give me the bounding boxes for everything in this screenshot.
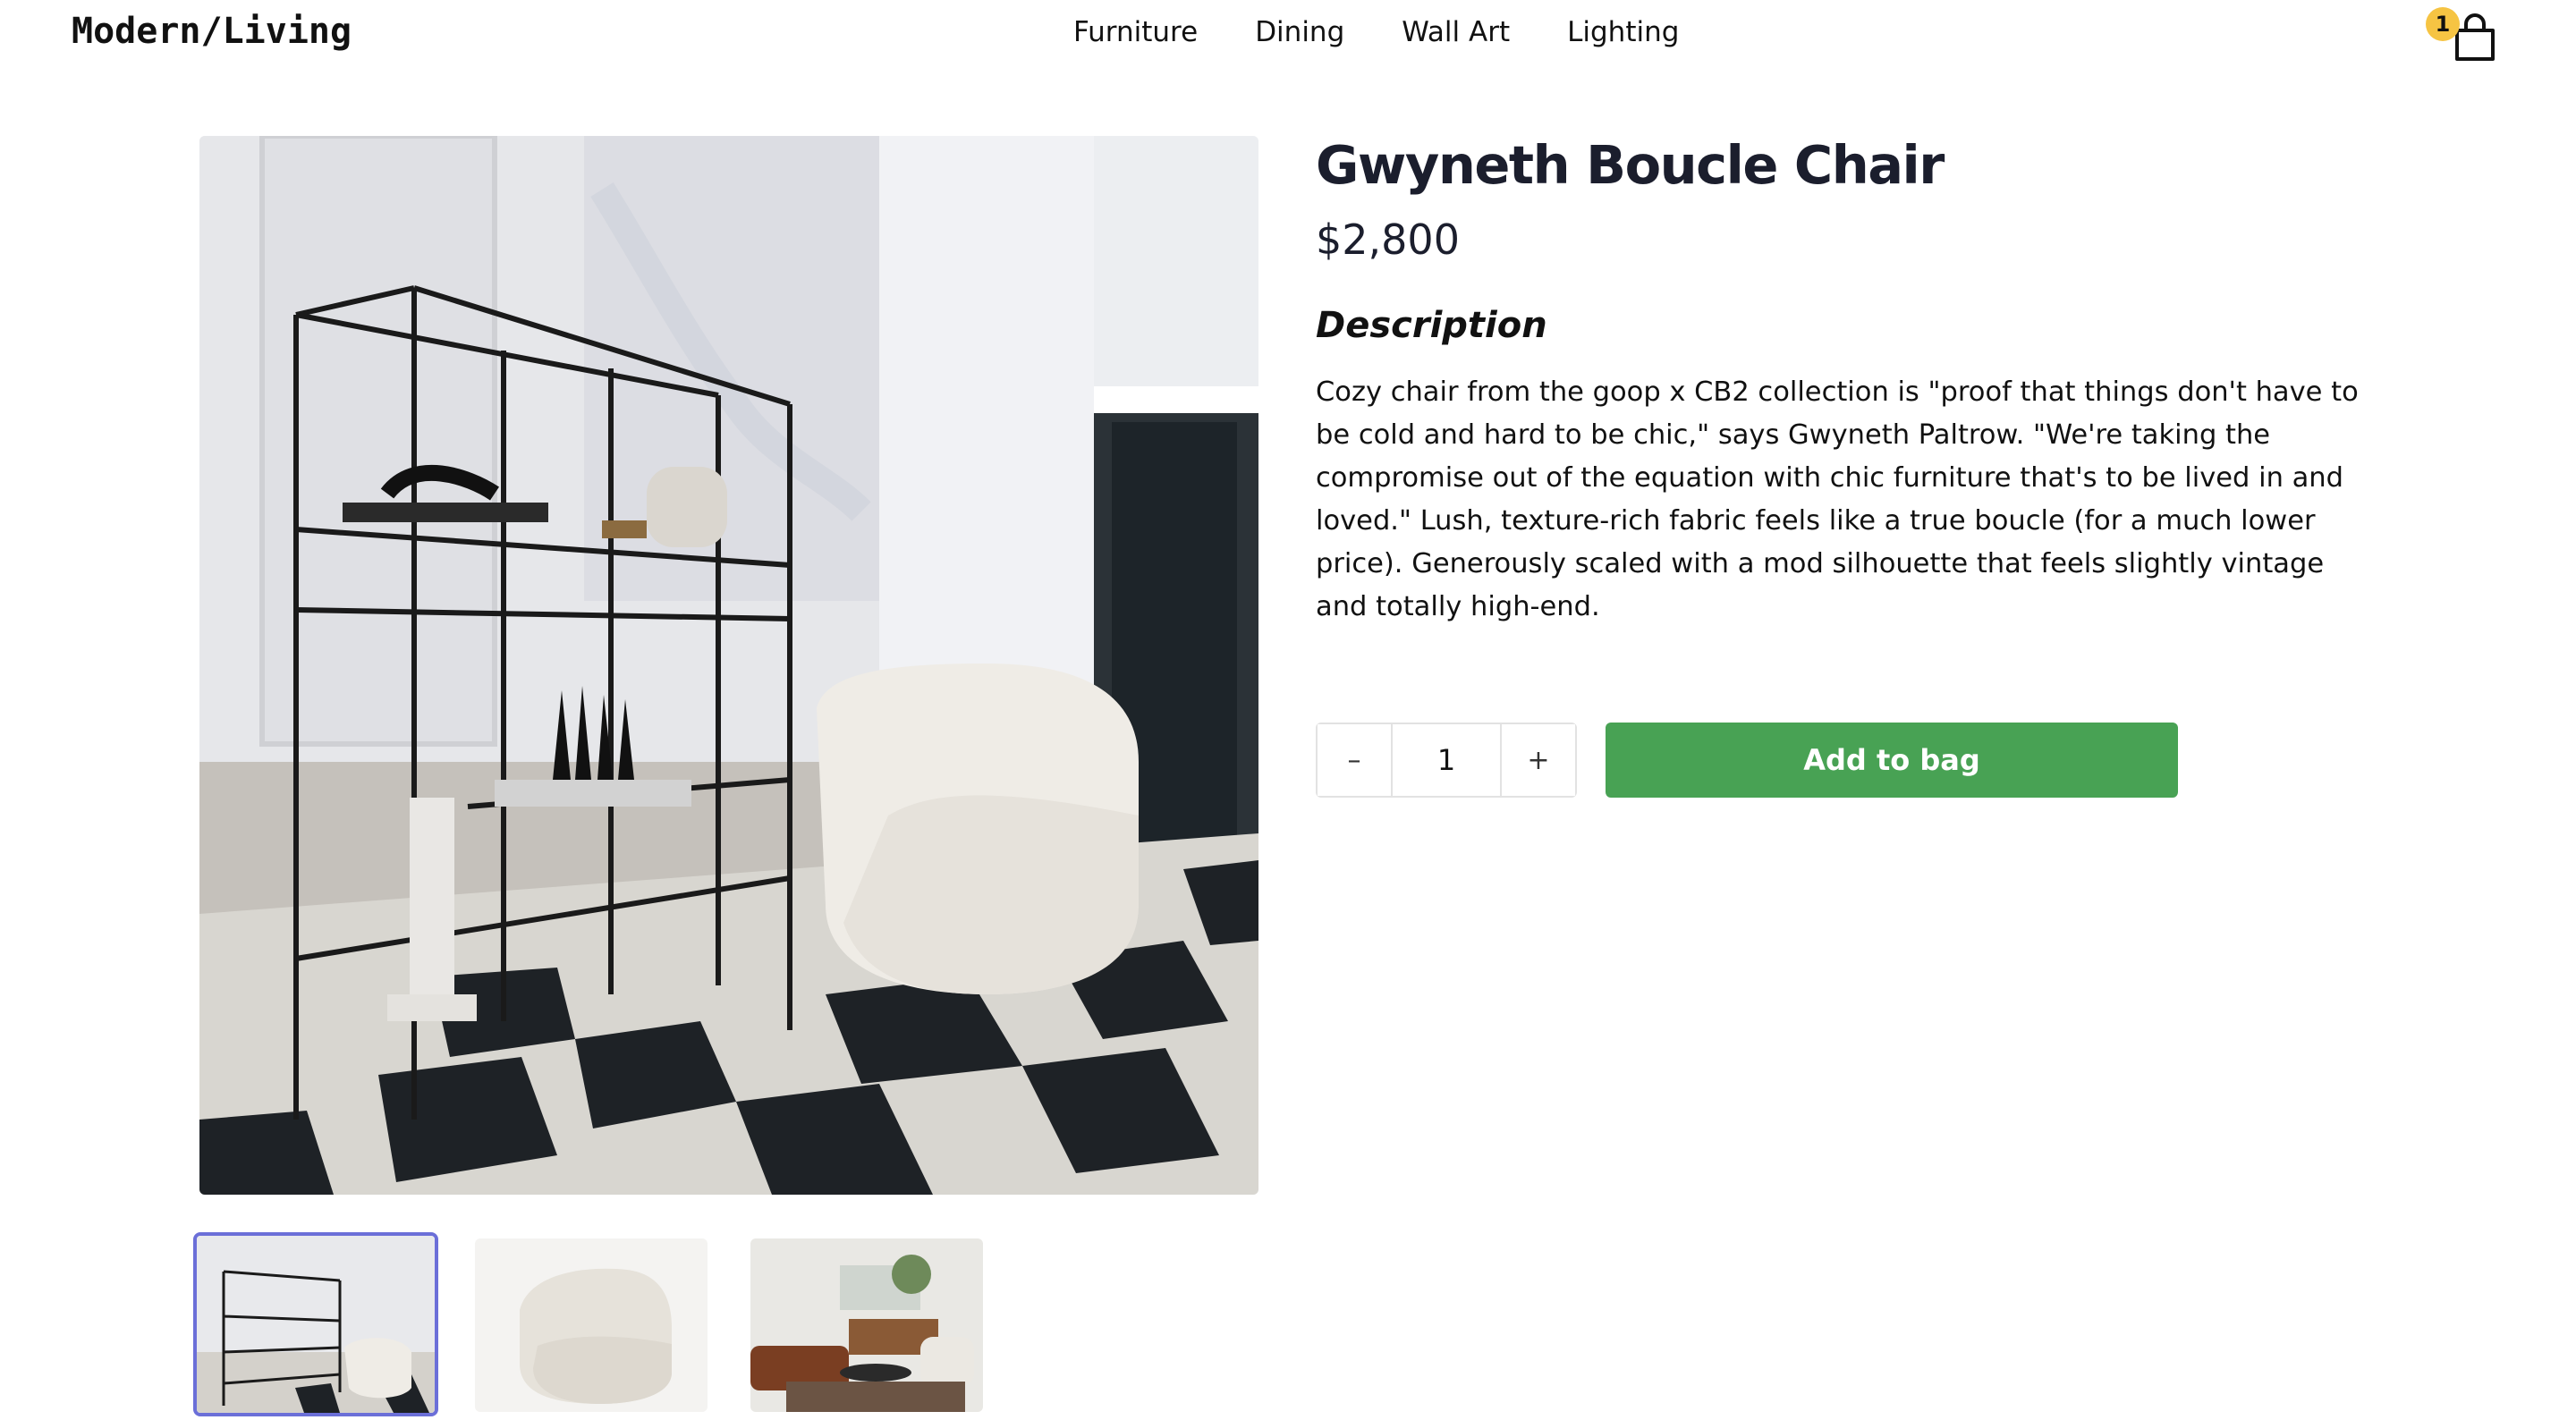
- cart-button[interactable]: 1: [2426, 7, 2503, 61]
- description-heading: Description: [1316, 305, 1547, 346]
- purchase-controls: – + Add to bag: [1316, 723, 2178, 798]
- quantity-stepper: – +: [1316, 723, 1577, 798]
- thumbnail-1[interactable]: [193, 1232, 438, 1416]
- decrement-button[interactable]: –: [1318, 724, 1391, 796]
- product-title: Gwyneth Boucle Chair: [1316, 134, 1945, 196]
- main-product-image: [199, 136, 1258, 1195]
- main-nav: Furniture Dining Wall Art Lighting: [1073, 16, 1679, 48]
- site-logo[interactable]: Modern/Living: [72, 11, 352, 52]
- nav-lighting[interactable]: Lighting: [1567, 16, 1679, 48]
- add-to-bag-button[interactable]: Add to bag: [1606, 723, 2178, 798]
- quantity-input[interactable]: [1391, 724, 1502, 796]
- nav-furniture[interactable]: Furniture: [1073, 16, 1198, 48]
- thumbnail-3[interactable]: [750, 1238, 983, 1412]
- nav-wall-art[interactable]: Wall Art: [1402, 16, 1510, 48]
- nav-dining[interactable]: Dining: [1255, 16, 1344, 48]
- product-price: $2,800: [1316, 216, 1460, 264]
- cart-count-badge: 1: [2426, 7, 2460, 41]
- product-details: Gwyneth Boucle Chair $2,800 Description …: [1316, 132, 2371, 629]
- increment-button[interactable]: +: [1502, 724, 1575, 796]
- thumbnail-2[interactable]: [475, 1238, 708, 1412]
- product-description: Cozy chair from the goop x CB2 collectio…: [1316, 376, 2359, 622]
- site-header: Modern/Living Furniture Dining Wall Art …: [0, 0, 2576, 72]
